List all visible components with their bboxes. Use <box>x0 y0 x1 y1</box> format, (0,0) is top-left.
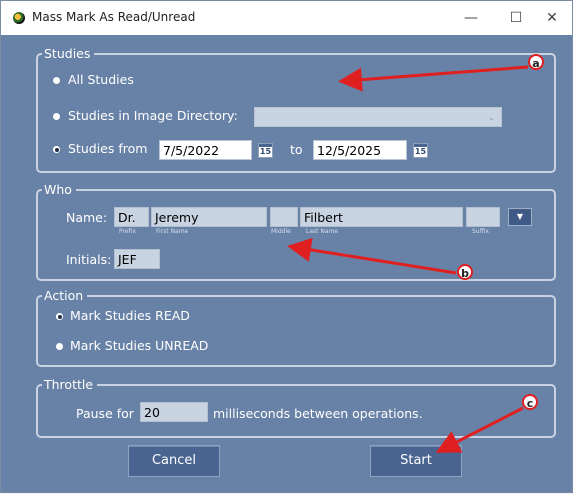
to-calendar-icon[interactable]: 15 <box>413 143 428 158</box>
action-legend: Action <box>42 288 88 304</box>
first-name-field[interactable]: Jeremy <box>151 207 267 227</box>
suffix-field[interactable] <box>466 207 500 227</box>
app-icon <box>13 12 25 24</box>
last-name-caption: Last Name <box>306 228 339 235</box>
radio-mark-read-icon[interactable] <box>56 313 63 320</box>
mass-mark-window: Mass Mark As Read/Unread — ☐ ✕ Studies A… <box>0 0 573 493</box>
all-studies-label: All Studies <box>68 72 134 87</box>
action-group: Action <box>36 288 556 367</box>
initials-label: Initials: <box>66 252 112 267</box>
to-date-field[interactable]: 12/5/2025 <box>313 140 407 160</box>
image-directory-select[interactable]: ⌄ <box>254 107 502 127</box>
radio-all-studies-icon[interactable] <box>53 77 60 84</box>
pause-ms-field[interactable]: 20 <box>140 402 208 422</box>
first-name-caption: First Name <box>156 228 189 235</box>
suffix-caption: Suffix <box>472 228 489 235</box>
middle-name-field[interactable] <box>270 207 298 227</box>
to-label: to <box>290 142 303 157</box>
throttle-legend: Throttle <box>42 377 98 393</box>
start-button[interactable]: Start <box>370 445 462 477</box>
name-dropdown-button[interactable]: ▼ <box>508 208 532 226</box>
annotation-badge-c: c <box>522 394 538 410</box>
title-bar: Mass Mark As Read/Unread — ☐ ✕ <box>1 1 572 35</box>
image-directory-label: Studies in Image Directory: <box>68 108 238 123</box>
pause-suffix-label: milliseconds between operations. <box>213 406 423 421</box>
mark-read-label: Mark Studies READ <box>70 308 190 323</box>
mark-unread-label: Mark Studies UNREAD <box>70 338 209 353</box>
cancel-button[interactable]: Cancel <box>128 445 220 477</box>
annotation-badge-b: b <box>457 264 473 280</box>
pause-label: Pause for <box>76 406 134 421</box>
radio-studies-from-icon[interactable] <box>53 146 60 153</box>
chevron-down-icon: ⌄ <box>488 113 495 122</box>
radio-image-directory-icon[interactable] <box>53 113 60 120</box>
from-calendar-icon[interactable]: 15 <box>258 143 273 158</box>
studies-legend: Studies <box>42 46 95 62</box>
middle-caption: Middle <box>271 228 291 235</box>
close-icon[interactable]: ✕ <box>537 7 567 29</box>
window-title: Mass Mark As Read/Unread <box>32 10 196 24</box>
name-label: Name: <box>66 210 108 225</box>
studies-from-label: Studies from <box>68 141 148 156</box>
maximize-icon[interactable]: ☐ <box>501 7 531 29</box>
chevron-down-icon: ▼ <box>516 212 524 221</box>
radio-mark-unread-icon[interactable] <box>56 343 63 350</box>
last-name-field[interactable]: Filbert <box>300 207 463 227</box>
prefix-field[interactable]: Dr. <box>114 207 149 227</box>
initials-field[interactable]: JEF <box>114 249 160 269</box>
annotation-badge-a: a <box>528 54 544 70</box>
minimize-icon[interactable]: — <box>456 7 486 29</box>
prefix-caption: Prefix <box>119 228 136 235</box>
who-legend: Who <box>42 182 76 198</box>
from-date-field[interactable]: 7/5/2022 <box>159 140 252 160</box>
